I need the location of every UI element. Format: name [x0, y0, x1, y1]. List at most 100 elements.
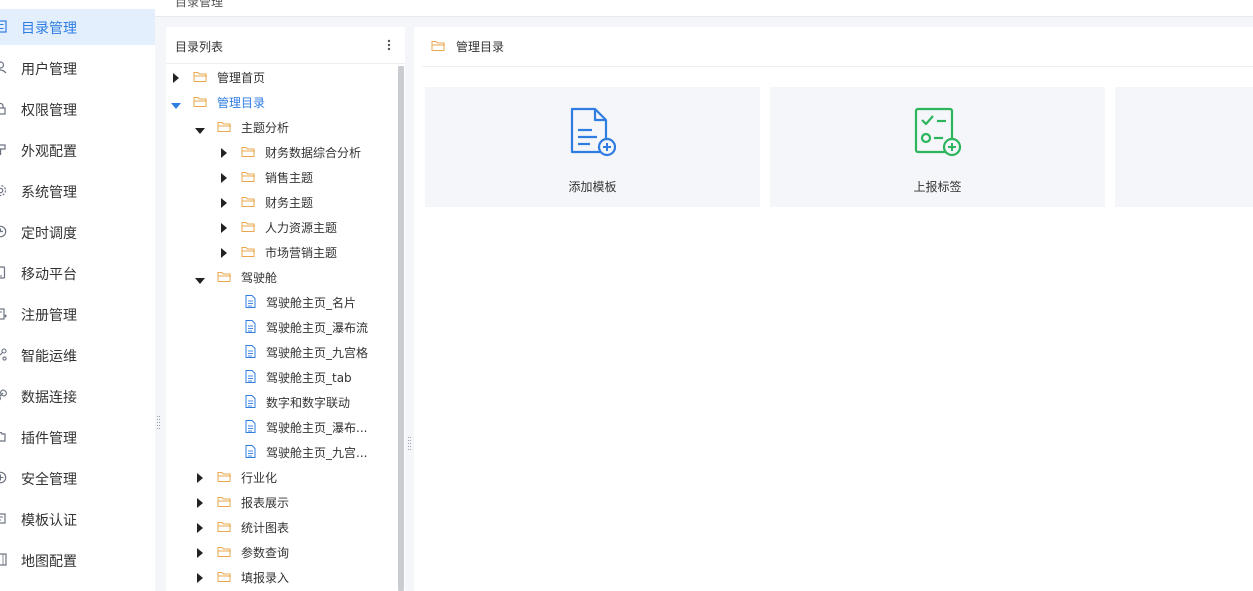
tree-folder-item[interactable]: 行业化: [166, 466, 396, 488]
file-icon: [243, 320, 258, 333]
tree-item-label: 驾驶舱主页_瀑布...: [266, 421, 368, 435]
caret-right-icon[interactable]: [196, 497, 204, 508]
tree-folder-item[interactable]: 填报录入: [166, 566, 396, 588]
file-icon: [243, 370, 258, 383]
more-vertical-icon[interactable]: [385, 37, 393, 53]
report-tag-card[interactable]: 上报标签: [770, 87, 1105, 207]
tree-folder-item[interactable]: 参数查询: [166, 541, 396, 563]
sidebar-item-label: 数据连接: [21, 390, 77, 406]
tree-scrollbar[interactable]: [398, 66, 404, 591]
folder-icon: [241, 220, 256, 233]
tree-item-label: 市场营销主题: [265, 246, 338, 260]
caret-right-icon[interactable]: [196, 522, 204, 533]
tree-file-item[interactable]: 驾驶舱主页_瀑布流: [166, 316, 396, 338]
sidebar-item-label: 用户管理: [21, 62, 77, 78]
template-icon: [0, 512, 7, 525]
caret-down-icon[interactable]: [171, 99, 181, 109]
caret-down-icon[interactable]: [195, 274, 205, 284]
tree-file-item[interactable]: 驾驶舱主页_名片: [166, 291, 396, 313]
brush-icon: [0, 143, 7, 156]
tree-folder-item[interactable]: 财务主题: [166, 191, 396, 213]
tree-item-label: 填报录入: [241, 571, 290, 585]
folder-icon: [217, 570, 232, 583]
tree-folder-item[interactable]: 统计图表: [166, 516, 396, 538]
folder-icon: [217, 495, 232, 508]
tree-file-item[interactable]: 驾驶舱主页_瀑布...: [166, 416, 396, 438]
caret-right-icon[interactable]: [220, 247, 228, 258]
side-nav: 目录管理用户管理权限管理外观配置系统管理定时调度移动平台注册管理智能运维数据连接…: [0, 0, 155, 591]
tree-item-label: 财务数据综合分析: [265, 146, 362, 160]
sidebar-item-label: 目录管理: [21, 21, 77, 37]
add-template-card[interactable]: 添加模板: [425, 87, 760, 207]
top-bar: 目录管理: [155, 0, 1253, 17]
tree-folder-item[interactable]: 人力资源主题: [166, 216, 396, 238]
sidebar-item-0[interactable]: 目录管理: [0, 9, 155, 45]
sidebar-item-11[interactable]: 安全管理: [0, 460, 155, 496]
report-tag-icon: [913, 106, 963, 158]
caret-right-icon[interactable]: [196, 547, 204, 558]
panel-resize-handle[interactable]: [408, 437, 412, 451]
tree-folder-item[interactable]: 管理首页: [166, 66, 396, 88]
sidebar-item-7[interactable]: 注册管理: [0, 296, 155, 332]
tree-title: 目录列表: [175, 40, 224, 54]
main-header: 管理目录: [422, 27, 1253, 67]
link-icon: [0, 389, 7, 402]
caret-down-icon[interactable]: [195, 124, 205, 134]
sidenav-resize-handle[interactable]: [157, 416, 161, 430]
tree-folder-item[interactable]: 销售主题: [166, 166, 396, 188]
folder-icon: [217, 520, 232, 533]
sidebar-item-8[interactable]: 智能运维: [0, 337, 155, 373]
folder-icon: [217, 120, 232, 133]
tree-item-label: 行业化: [241, 471, 278, 485]
sidebar-item-6[interactable]: 移动平台: [0, 255, 155, 291]
caret-right-icon[interactable]: [220, 222, 228, 233]
caret-right-icon[interactable]: [220, 172, 228, 183]
tree-folder-item[interactable]: 财务数据综合分析: [166, 141, 396, 163]
file-icon: [243, 395, 258, 408]
sidebar-item-5[interactable]: 定时调度: [0, 214, 155, 250]
mobile-icon: [0, 266, 7, 279]
tree-folder-item[interactable]: 驾驶舱: [166, 266, 396, 288]
sidebar-item-label: 智能运维: [21, 349, 77, 365]
sidebar-item-13[interactable]: 地图配置: [0, 542, 155, 578]
plugin-icon: [0, 430, 7, 443]
tree-folder-item[interactable]: 报表展示: [166, 491, 396, 513]
tree-item-label: 驾驶舱主页_tab: [266, 371, 352, 385]
tree-item-label: 管理目录: [217, 96, 266, 110]
sidebar-item-1[interactable]: 用户管理: [0, 50, 155, 86]
caret-right-icon[interactable]: [220, 147, 228, 158]
sidebar-item-2[interactable]: 权限管理: [0, 91, 155, 127]
extra-card[interactable]: [1115, 87, 1253, 207]
sidebar-item-label: 权限管理: [21, 103, 77, 119]
breadcrumb: 目录管理: [175, 0, 224, 9]
app-root: 目录管理用户管理权限管理外观配置系统管理定时调度移动平台注册管理智能运维数据连接…: [0, 0, 1253, 591]
sidebar-item-label: 移动平台: [21, 267, 77, 283]
shield-icon: [0, 471, 7, 484]
tree-folder-item[interactable]: 主题分析: [166, 116, 396, 138]
tree-file-item[interactable]: 驾驶舱主页_九宫...: [166, 441, 396, 463]
caret-right-icon[interactable]: [220, 197, 228, 208]
folder-icon: [217, 470, 232, 483]
sidebar-item-label: 外观配置: [21, 144, 77, 160]
folder-icon: [217, 545, 232, 558]
sidebar-item-12[interactable]: 模板认证: [0, 501, 155, 537]
file-icon: [243, 445, 258, 458]
tree-file-item[interactable]: 驾驶舱主页_tab: [166, 366, 396, 388]
sidebar-item-4[interactable]: 系统管理: [0, 173, 155, 209]
tree-folder-item[interactable]: 管理目录: [166, 91, 396, 113]
tree-file-item[interactable]: 驾驶舱主页_九宫格: [166, 341, 396, 363]
caret-right-icon[interactable]: [196, 572, 204, 583]
add-template-icon: [568, 106, 618, 158]
caret-right-icon[interactable]: [196, 472, 204, 483]
sidebar-item-label: 地图配置: [21, 554, 77, 570]
sidebar-item-10[interactable]: 插件管理: [0, 419, 155, 455]
sidebar-item-3[interactable]: 外观配置: [0, 132, 155, 168]
tree-item-label: 主题分析: [241, 121, 290, 135]
tree-folder-item[interactable]: 市场营销主题: [166, 241, 396, 263]
sidebar-item-9[interactable]: 数据连接: [0, 378, 155, 414]
tree-item-label: 人力资源主题: [265, 221, 338, 235]
user-icon: [0, 61, 7, 74]
tree-file-item[interactable]: 数字和数字联动: [166, 391, 396, 413]
file-icon: [243, 345, 258, 358]
caret-right-icon[interactable]: [172, 72, 180, 83]
